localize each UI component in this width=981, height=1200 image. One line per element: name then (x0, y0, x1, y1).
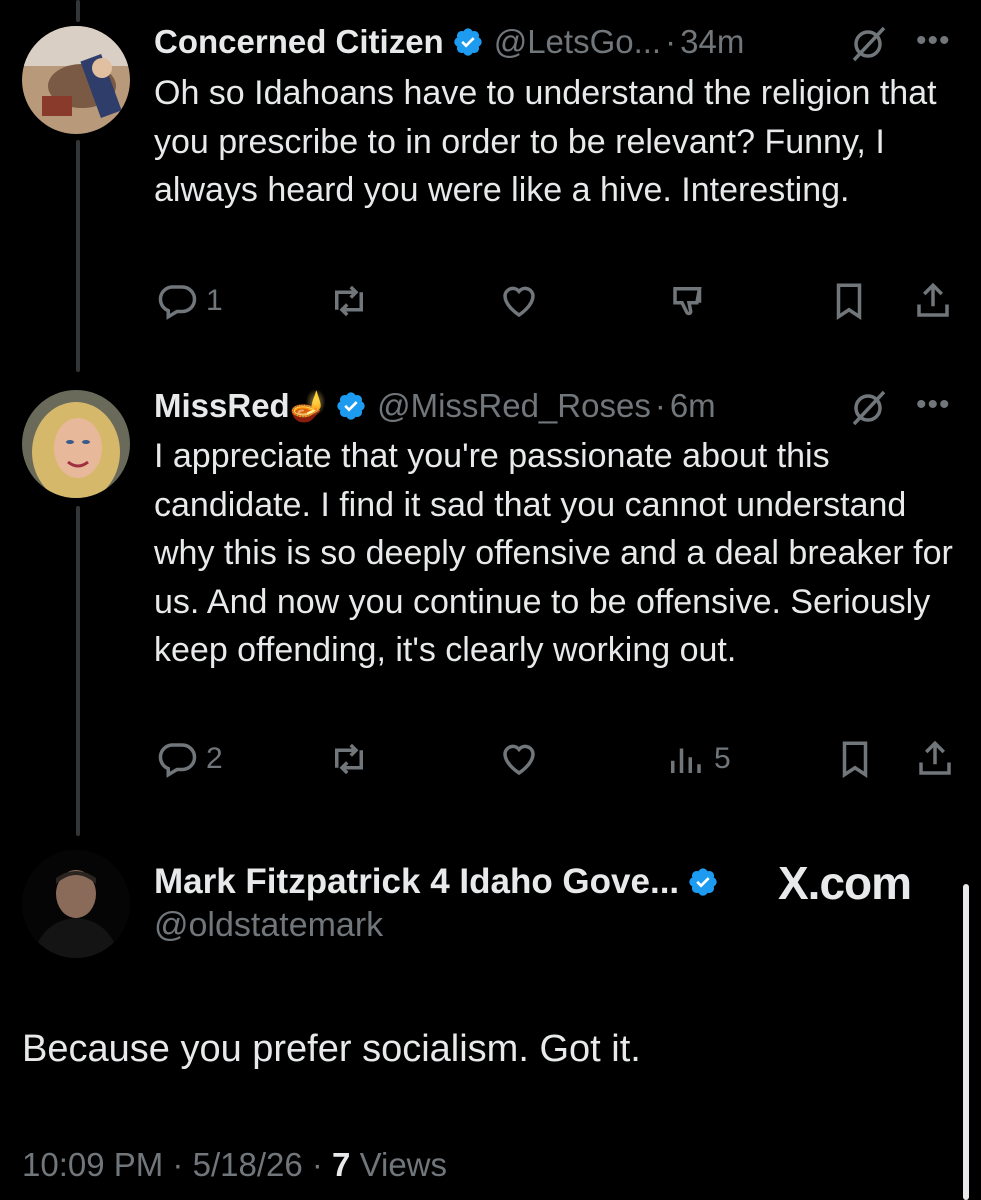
tweet-header: MissRed 🪔 @MissRed_Roses · 6m (154, 386, 961, 426)
tweet-2[interactable]: MissRed 🪔 @MissRed_Roses · 6m ••• I appr… (0, 372, 981, 838)
like-icon (503, 744, 535, 776)
reply-count: 2 (206, 742, 223, 775)
main-tweet[interactable]: Mark Fitzpatrick 4 Idaho Gove... X.com @… (0, 838, 981, 1200)
share-icon (919, 740, 951, 775)
views-button[interactable]: 5 (664, 738, 731, 780)
bookmark-icon (842, 741, 868, 779)
display-name[interactable]: Mark Fitzpatrick 4 Idaho Gove... (154, 862, 679, 902)
reply-count: 1 (206, 284, 223, 317)
avatar[interactable] (22, 26, 130, 134)
reply-button[interactable]: 2 (156, 738, 223, 780)
like-icon (503, 286, 535, 318)
tweet-text: Oh so Idahoans have to understand the re… (154, 74, 937, 209)
repost-icon (335, 743, 363, 775)
action-bar: 2 5 (154, 738, 964, 788)
views-count: 5 (714, 742, 731, 775)
handle[interactable]: @LetsGo... (494, 23, 661, 61)
repost-button[interactable] (328, 280, 370, 322)
bookmark-button[interactable] (834, 738, 876, 780)
timestamp[interactable]: 6m (670, 387, 716, 425)
separator: · (654, 387, 666, 424)
verified-badge-icon (335, 390, 367, 422)
x-watermark: X.com (778, 857, 912, 909)
scrollbar[interactable] (963, 884, 969, 1200)
repost-button[interactable] (328, 738, 370, 780)
separator: · (172, 1146, 184, 1183)
more-icon[interactable]: ••• (916, 388, 951, 422)
separator: · (665, 23, 677, 60)
grok-icon[interactable] (848, 388, 888, 428)
share-button[interactable] (912, 280, 954, 322)
post-time[interactable]: 10:09 PM (22, 1146, 163, 1183)
like-button[interactable] (498, 738, 540, 780)
grok-icon[interactable] (848, 24, 888, 64)
action-bar: 1 (154, 280, 964, 330)
tweet-header: Concerned Citizen @LetsGo... · 34m (154, 22, 961, 62)
handle[interactable]: @MissRed_Roses (377, 387, 651, 425)
avatar[interactable] (22, 850, 130, 958)
views-icon (671, 748, 701, 773)
dislike-button[interactable] (668, 280, 710, 322)
share-icon (917, 282, 949, 317)
display-name[interactable]: MissRed (154, 387, 290, 425)
tweet-header: Mark Fitzpatrick 4 Idaho Gove... (154, 862, 729, 902)
more-icon[interactable]: ••• (916, 24, 951, 58)
like-button[interactable] (498, 280, 540, 322)
reply-icon (158, 743, 197, 778)
post-date[interactable]: 5/18/26 (193, 1146, 303, 1183)
reply-button[interactable]: 1 (156, 280, 223, 322)
views-label[interactable]: Views (360, 1146, 447, 1183)
verified-badge-icon (687, 866, 719, 898)
repost-icon (335, 285, 363, 317)
share-button[interactable] (914, 738, 956, 780)
timestamp[interactable]: 34m (680, 23, 744, 61)
dislike-icon (673, 287, 702, 316)
avatar[interactable] (22, 390, 130, 498)
bookmark-icon (836, 283, 862, 321)
tweet-1[interactable]: Concerned Citizen @LetsGo... · 34m ••• O… (0, 0, 981, 372)
verified-badge-icon (452, 26, 484, 58)
reply-icon (158, 285, 197, 320)
display-name[interactable]: Concerned Citizen (154, 23, 444, 61)
name-emoji: 🪔 (289, 389, 328, 423)
tweet-text: Because you prefer socialism. Got it. (22, 1028, 641, 1070)
separator: · (311, 1146, 323, 1183)
tweet-text: I appreciate that you're passionate abou… (154, 437, 953, 669)
handle[interactable]: @oldstatemark (154, 906, 383, 945)
views-count: 7 (332, 1146, 351, 1183)
tweet-meta: 10:09 PM · 5/18/26 · 7 Views (22, 1146, 447, 1184)
bookmark-button[interactable] (828, 280, 870, 322)
